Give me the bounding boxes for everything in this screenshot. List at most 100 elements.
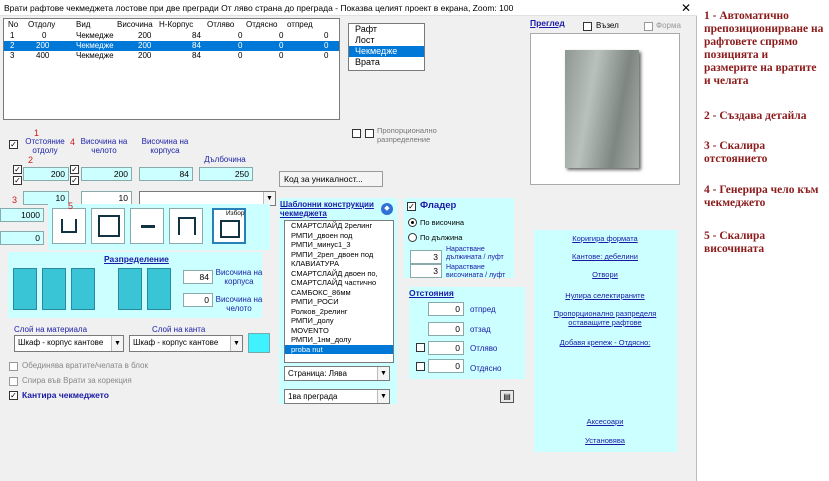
expand-icon[interactable]: ◆ bbox=[381, 203, 393, 215]
table-row[interactable]: 1 0 Чекмедже 200 84 0 0 0 bbox=[4, 31, 339, 41]
left-value-2[interactable]: 0 bbox=[0, 231, 44, 245]
preview-canvas[interactable] bbox=[530, 33, 680, 185]
accessories-link[interactable]: Аксесоари bbox=[540, 417, 670, 426]
distance-input[interactable]: 200 bbox=[23, 167, 69, 181]
col-header: Отдясно bbox=[246, 20, 278, 29]
front-generate-checkbox[interactable]: ✓ bbox=[70, 165, 79, 174]
edge-drawer-checkbox[interactable]: ✓ bbox=[9, 391, 18, 400]
template-item[interactable]: КЛАВИАТУРА bbox=[285, 259, 393, 269]
depth-input[interactable]: 250 bbox=[199, 167, 253, 181]
page-select[interactable]: Страница: Лява ▼ bbox=[284, 366, 390, 381]
offset-right-input[interactable]: 0 bbox=[428, 359, 464, 373]
template-item-selected[interactable]: proba nut bbox=[285, 344, 393, 354]
add-fastener-link[interactable]: Добавя крепеж - Отдясно: bbox=[540, 338, 670, 347]
distribution-layout-1-icon[interactable] bbox=[13, 268, 37, 310]
left-value-1[interactable]: 1000 bbox=[0, 208, 44, 222]
chevron-down-icon: ▼ bbox=[111, 336, 123, 351]
drawer-type-choice-icon[interactable]: Избор bbox=[212, 208, 246, 244]
table-header: No Отдолу Вид Височина Н-Корпус Отляво О… bbox=[4, 19, 339, 30]
radio-height[interactable] bbox=[408, 218, 417, 227]
type-item[interactable]: Лост bbox=[349, 35, 424, 46]
fix-form-link[interactable]: Коригира формата bbox=[540, 234, 670, 243]
scale-height-checkbox[interactable]: ✓ bbox=[70, 176, 79, 185]
offset-left-checkbox[interactable] bbox=[416, 343, 425, 352]
front-height-input[interactable]: 200 bbox=[81, 167, 132, 181]
reset-selected-link[interactable]: Нулира селектираните bbox=[540, 291, 670, 300]
type-list[interactable]: Рафт Лост Чекмедже Врата bbox=[348, 23, 425, 71]
cell: 0 bbox=[279, 41, 284, 50]
template-item[interactable]: СМАРТСЛАЙД частично bbox=[285, 278, 393, 288]
template-item[interactable]: РМПИ_двоен под bbox=[285, 231, 393, 241]
depth-label: Дълбочина bbox=[204, 155, 246, 164]
proportional-checkbox-1[interactable] bbox=[352, 129, 361, 138]
type-item[interactable]: Рафт bbox=[349, 24, 424, 35]
drawer-type-3-icon[interactable] bbox=[130, 208, 164, 244]
fladder-checkbox[interactable]: ✓ bbox=[407, 202, 416, 211]
edge-select[interactable]: Шкаф - корпус кантове ▼ bbox=[129, 335, 243, 352]
form-checkbox[interactable] bbox=[644, 22, 653, 31]
cell: 0 bbox=[324, 31, 329, 40]
template-item[interactable]: Ролков_2релинг bbox=[285, 307, 393, 317]
auto-reposition-checkbox[interactable]: ✓ bbox=[9, 140, 18, 149]
templates-list[interactable]: СМАРТСЛАЙД 2релинг РМПИ_двоен под РМПИ_м… bbox=[284, 220, 394, 363]
drawer-type-4-icon[interactable] bbox=[169, 208, 203, 244]
table-row[interactable]: 2 200 Чекмедже 200 84 0 0 0 bbox=[4, 41, 339, 51]
dist-front-height-input[interactable]: 0 bbox=[183, 293, 213, 307]
template-item[interactable]: СМАРТСЛАЙД двоен по, bbox=[285, 269, 393, 279]
dist-body-height-input[interactable]: 84 bbox=[183, 270, 213, 284]
open-link[interactable]: Отвори bbox=[540, 270, 670, 279]
template-item[interactable]: РМПИ_2рел_двоен под bbox=[285, 250, 393, 260]
body-height-input[interactable]: 84 bbox=[139, 167, 193, 181]
cell: 200 bbox=[138, 31, 152, 40]
node-checkbox[interactable] bbox=[583, 22, 592, 31]
template-item[interactable]: РМПИ_минус1_3 bbox=[285, 240, 393, 250]
offset-front-input[interactable]: 0 bbox=[428, 302, 464, 316]
unique-code-button[interactable]: Код за уникалност... bbox=[279, 171, 383, 187]
grow-length-input[interactable]: 3 bbox=[410, 250, 442, 264]
distribution-layout-4-icon[interactable] bbox=[118, 268, 142, 310]
stop-checkbox[interactable] bbox=[9, 377, 18, 386]
edge-color-swatch[interactable] bbox=[248, 333, 270, 353]
template-item[interactable]: РМПИ_РОСИ bbox=[285, 297, 393, 307]
distribution-layout-5-icon[interactable] bbox=[147, 268, 171, 310]
layer-material-label: Слой на материала bbox=[14, 325, 88, 334]
proportional-checkbox-2[interactable] bbox=[365, 129, 374, 138]
cell: 0 bbox=[238, 41, 243, 50]
highlight-input[interactable]: 10 bbox=[81, 191, 132, 205]
template-item[interactable]: СМАРТСЛАЙД 2релинг bbox=[285, 221, 393, 231]
proportional-link[interactable]: Пропорционално разпределя оставащите раф… bbox=[540, 309, 670, 327]
type-item-selected[interactable]: Чекмедже bbox=[349, 46, 424, 57]
drawer-type-2-icon[interactable] bbox=[91, 208, 125, 244]
copy-icon[interactable]: ▤ bbox=[500, 390, 514, 403]
radio-length[interactable] bbox=[408, 233, 417, 242]
template-item[interactable]: РМПИ_1нм_долу bbox=[285, 335, 393, 345]
offset-back-input[interactable]: 0 bbox=[428, 322, 464, 336]
partition-select[interactable]: 1ва преграда ▼ bbox=[284, 389, 390, 404]
scale-distance-checkbox[interactable]: ✓ bbox=[13, 176, 22, 185]
table-row[interactable]: 3 400 Чекмедже 200 84 0 0 0 bbox=[4, 51, 339, 61]
page-select-value: Страница: Лява bbox=[288, 369, 347, 378]
edges-link[interactable]: Кантове: дебелини bbox=[540, 252, 670, 261]
offset-right-checkbox[interactable] bbox=[416, 362, 425, 371]
template-item[interactable]: РМПИ_долу bbox=[285, 316, 393, 326]
template-item[interactable]: САМБОКС_86мм bbox=[285, 288, 393, 298]
grow-height-input[interactable]: 3 bbox=[410, 264, 442, 278]
offset-left-input[interactable]: 0 bbox=[428, 341, 464, 355]
type-item[interactable]: Врата bbox=[349, 57, 424, 68]
drawer-type-1-icon[interactable] bbox=[52, 208, 86, 244]
settings-link[interactable]: Установява bbox=[540, 436, 670, 445]
close-icon[interactable]: ✕ bbox=[681, 0, 691, 15]
marker-1: 1 bbox=[34, 128, 40, 138]
edge-select-value: Шкаф - корпус кантове bbox=[133, 338, 219, 347]
distribution-layout-2-icon[interactable] bbox=[42, 268, 66, 310]
create-detail-checkbox[interactable]: ✓ bbox=[13, 165, 22, 174]
material-select[interactable]: Шкаф - корпус кантове ▼ bbox=[14, 335, 124, 352]
items-table[interactable]: No Отдолу Вид Височина Н-Корпус Отляво О… bbox=[3, 18, 340, 120]
chevron-down-icon: ▼ bbox=[377, 367, 389, 380]
small-offset-input[interactable]: 10 bbox=[23, 191, 69, 205]
template-item[interactable]: MOVENTO bbox=[285, 326, 393, 336]
offsets-title: Отстояния bbox=[409, 288, 454, 298]
unify-checkbox[interactable] bbox=[9, 362, 18, 371]
distribution-layout-3-icon[interactable] bbox=[71, 268, 95, 310]
cell: 200 bbox=[138, 51, 152, 60]
